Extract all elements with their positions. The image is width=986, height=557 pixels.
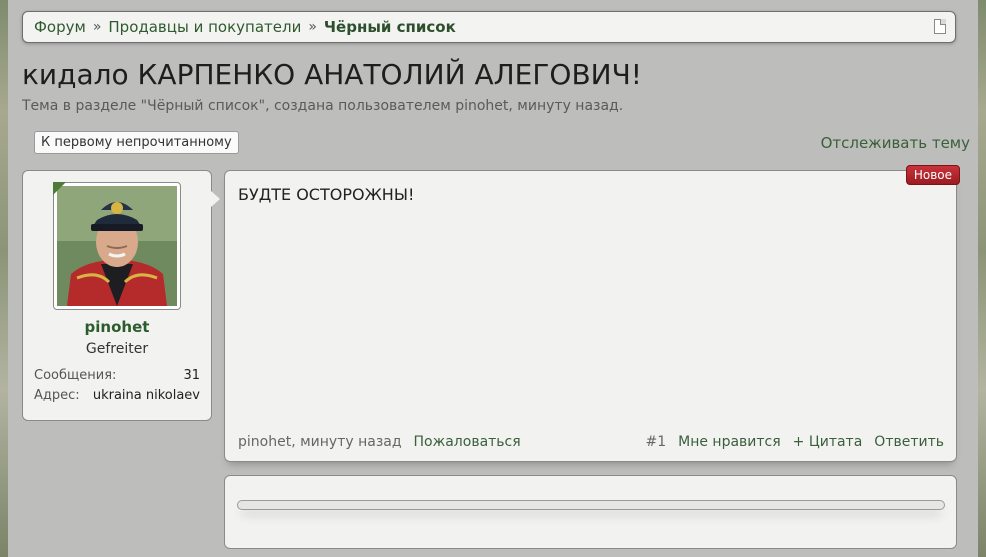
- avatar[interactable]: [53, 182, 181, 310]
- report-link[interactable]: Пожаловаться: [414, 434, 521, 450]
- post-number-link[interactable]: #1: [645, 434, 666, 450]
- reply-link[interactable]: Ответить: [874, 434, 944, 450]
- online-flag-icon: [53, 182, 66, 195]
- background-left-edge: [0, 0, 8, 557]
- user-avatar-image: [57, 186, 177, 306]
- thread-description: Тема в разделе "Чёрный список", создана …: [22, 98, 624, 114]
- stat-label: Сообщения:: [34, 368, 117, 383]
- username-link[interactable]: pinohet: [23, 318, 211, 336]
- stat-row-address: Адрес: ukraina nikolaev: [34, 388, 200, 403]
- stat-value[interactable]: 31: [183, 368, 200, 383]
- post-footer: pinohet, минуту назад Пожаловаться #1 Мн…: [238, 434, 944, 450]
- first-unread-button[interactable]: К первому непрочитанному: [34, 131, 239, 154]
- breadcrumb-separator: »: [308, 19, 317, 35]
- breadcrumb: Форум » Продавцы и покупатели » Чёрный с…: [22, 11, 956, 43]
- quick-reply-box: [224, 475, 957, 549]
- quick-reply-input[interactable]: [237, 500, 945, 510]
- breadcrumb-blacklist[interactable]: Чёрный список: [324, 18, 456, 36]
- stat-row-messages: Сообщения: 31: [34, 368, 200, 383]
- stat-value: ukraina nikolaev: [92, 388, 200, 403]
- post-footer-right: #1 Мне нравится + Цитата Ответить: [645, 434, 944, 450]
- post-message: Новое БУДТЕ ОСТОРОЖНЫ! pinohet, минуту н…: [224, 165, 960, 462]
- post-meta[interactable]: pinohet, минуту назад: [238, 434, 402, 450]
- page-icon[interactable]: [934, 19, 946, 34]
- page-container: Форум » Продавцы и покупатели » Чёрный с…: [8, 0, 978, 557]
- breadcrumb-separator: »: [92, 19, 102, 35]
- quote-link[interactable]: + Цитата: [793, 434, 863, 450]
- watch-thread-link[interactable]: Отслеживать тему: [821, 134, 970, 152]
- user-title: Gefreiter: [85, 341, 149, 357]
- background-right-edge: [978, 0, 986, 557]
- new-badge: Новое: [905, 165, 960, 185]
- user-info-card: pinohet Gefreiter Сообщения: 31 Адрес: u…: [22, 170, 220, 421]
- post-text: БУДТЕ ОСТОРОЖНЫ!: [238, 185, 415, 204]
- like-link[interactable]: Мне нравится: [678, 434, 781, 450]
- post-footer-left: pinohet, минуту назад Пожаловаться: [238, 434, 521, 450]
- page-title: кидало КАРПЕНКО АНАТОЛИЙ АЛЕГОВИЧ!: [22, 58, 643, 91]
- stat-label: Адрес:: [34, 388, 80, 403]
- breadcrumb-forum[interactable]: Форум: [34, 18, 86, 36]
- breadcrumb-sellers-buyers[interactable]: Продавцы и покупатели: [108, 18, 301, 36]
